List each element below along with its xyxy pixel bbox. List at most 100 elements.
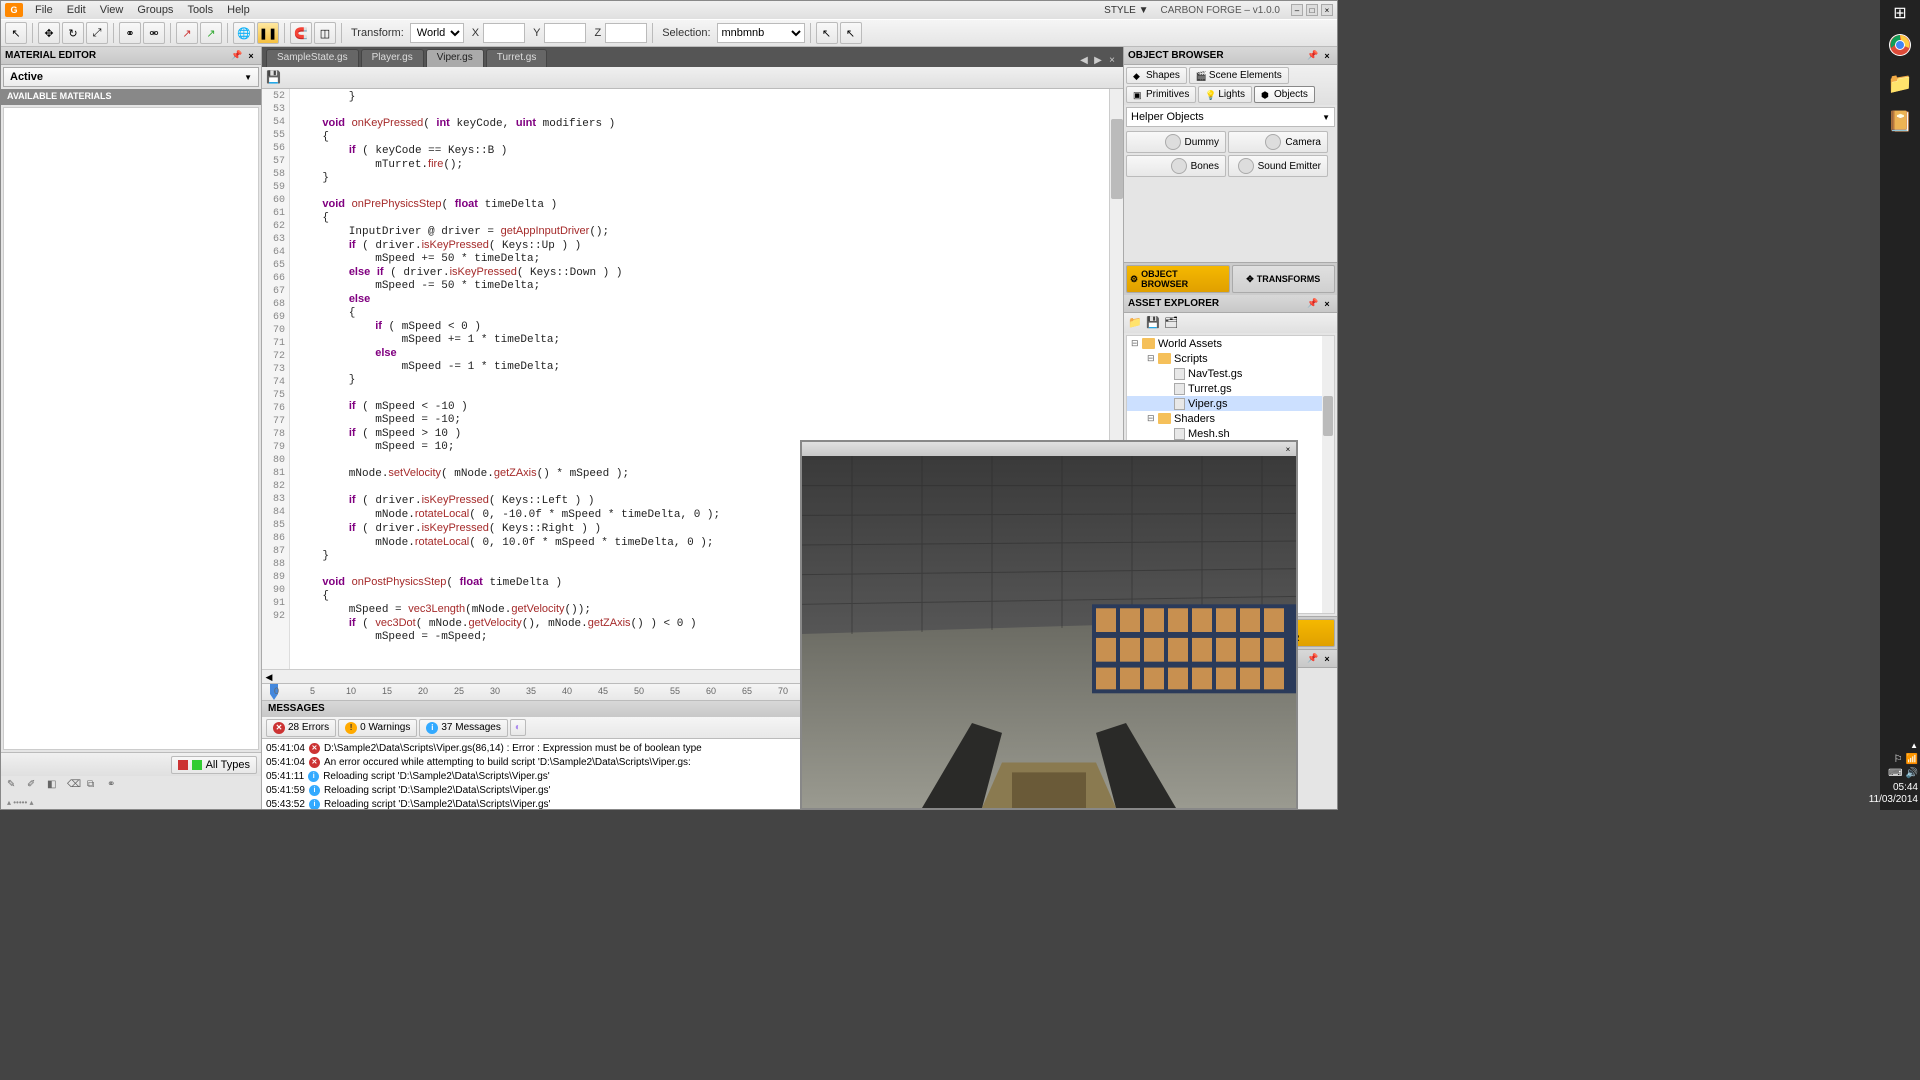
y-input[interactable] [544,23,586,43]
copy-icon[interactable]: ⧉ [87,779,101,793]
select-tool-icon[interactable]: ↖ [5,22,27,44]
tray-flag-icon[interactable]: ⚐ [1894,754,1903,766]
tree-scrollbar[interactable] [1322,336,1334,613]
tray-up-icon[interactable]: ▲ [1869,740,1918,752]
erase-icon[interactable]: ⌫ [67,779,81,793]
magnet-icon[interactable]: 🧲 [290,22,312,44]
snap-icon[interactable]: ◫ [314,22,336,44]
axis-x-icon[interactable]: ↗ [176,22,198,44]
tree-item-mesh-sh[interactable]: Mesh.sh [1127,426,1334,441]
viewport-scene[interactable] [802,456,1296,808]
tab-turret[interactable]: Turret.gs [486,49,548,67]
menu-help[interactable]: Help [227,4,250,16]
menu-groups[interactable]: Groups [137,4,173,16]
errors-filter-button[interactable]: ✕ 28 Errors [266,719,336,737]
move-tool-icon[interactable]: ✥ [38,22,60,44]
cursor-a-icon[interactable]: ↖ [816,22,838,44]
orb-icon [1165,134,1181,150]
ob-tab-primitives[interactable]: ▣Primitives [1126,86,1196,103]
system-tray[interactable]: ▲ ⚐ 📶 ⌨ 🔊 05:44 11/03/2014 [1869,740,1918,806]
maximize-button[interactable]: □ [1306,4,1318,16]
panel-close-icon[interactable]: × [245,50,257,62]
menu-edit[interactable]: Edit [67,4,86,16]
ae-pin-icon[interactable]: 📌 [1307,298,1319,310]
explorer-icon[interactable]: 📁 [1880,64,1920,102]
scroll-left-icon[interactable]: ◀ [262,670,276,684]
ob-close-icon[interactable]: × [1321,50,1333,62]
ob-button-sound-emitter[interactable]: Sound Emitter [1228,155,1328,177]
unlink-tool-icon[interactable]: ⚮ [143,22,165,44]
new-folder-icon[interactable]: 📁 [1128,316,1142,330]
tab-prev-icon[interactable]: ◀ [1077,53,1091,67]
tray-lang-icon[interactable]: ⌨ [1888,768,1902,780]
prop-close-icon[interactable]: × [1321,653,1333,665]
tree-item-world-assets[interactable]: ⊟World Assets [1127,336,1334,351]
dropper-icon[interactable]: ✐ [27,779,41,793]
tree-item-turret-gs[interactable]: Turret.gs [1127,381,1334,396]
tab-samplestate[interactable]: SampleState.gs [266,49,359,67]
save-asset-icon[interactable]: 💾 [1146,316,1160,330]
brush-icon[interactable]: ✎ [7,779,21,793]
ob-pin-icon[interactable]: 📌 [1307,50,1319,62]
link-tool-icon[interactable]: ⚭ [119,22,141,44]
windows-logo-icon[interactable]: ⊞ [1880,0,1920,26]
chrome-icon[interactable] [1880,26,1920,64]
x-input[interactable] [483,23,525,43]
minimize-button[interactable]: – [1291,4,1303,16]
tree-item-viper-gs[interactable]: Viper.gs [1127,396,1334,411]
viewport-close-icon[interactable]: × [1282,444,1294,454]
active-dropdown[interactable]: Active▼ [3,67,259,87]
ob-button-bones[interactable]: Bones [1126,155,1226,177]
viewport-window[interactable]: × [800,440,1298,810]
pin-icon[interactable]: 📌 [231,50,243,62]
ob-tab-objects[interactable]: ⬢Objects [1254,86,1315,103]
axis-y-icon[interactable]: ↗ [200,22,222,44]
transform-space-select[interactable]: World [410,23,464,43]
messages-filter-button[interactable]: i 37 Messages [419,719,507,737]
app-icon[interactable]: 📔 [1880,102,1920,140]
tab-player[interactable]: Player.gs [361,49,424,67]
helper-objects-dropdown[interactable]: Helper Objects▼ [1126,107,1335,127]
tab-close-icon[interactable]: × [1105,53,1119,67]
menu-tools[interactable]: Tools [187,4,213,16]
ob-button-camera[interactable]: Camera [1228,131,1328,153]
style-dropdown[interactable]: STYLE ▼ [1104,5,1148,16]
ae-close-icon[interactable]: × [1321,298,1333,310]
folder-icon [1158,413,1171,424]
object-browser-bottom-tab[interactable]: ⚙ OBJECT BROWSER [1126,265,1230,293]
cursor-b-icon[interactable]: ↖ [840,22,862,44]
ob-tab-lights[interactable]: 💡Lights [1198,86,1252,103]
tree-item-shaders[interactable]: ⊟Shaders [1127,411,1334,426]
menu-file[interactable]: File [35,4,53,16]
tab-next-icon[interactable]: ▶ [1091,53,1105,67]
globe-icon[interactable]: 🌐 [233,22,255,44]
tree-item-scripts[interactable]: ⊟Scripts [1127,351,1334,366]
all-types-button[interactable]: All Types [171,756,257,774]
tray-time[interactable]: 05:44 [1869,782,1918,794]
resize-grip-icon[interactable]: ▴ ••••• ▴ [1,796,261,809]
z-input[interactable] [605,23,647,43]
tray-date[interactable]: 11/03/2014 [1869,794,1918,806]
close-button[interactable]: × [1321,4,1333,16]
rotate-tool-icon[interactable]: ↻ [62,22,84,44]
ob-tab-scene-elements[interactable]: 🎬Scene Elements [1189,67,1289,84]
multisave-icon[interactable]: 🗂 [1164,316,1178,330]
selection-select[interactable]: mnbmnb [717,23,805,43]
save-icon[interactable]: 💾 [266,70,282,86]
warnings-filter-button[interactable]: ! 0 Warnings [338,719,417,737]
pause-icon[interactable]: ❚❚ [257,22,279,44]
warning-icon: ! [345,722,357,734]
link2-icon[interactable]: ⚭ [107,779,121,793]
tab-viper[interactable]: Viper.gs [426,49,484,67]
transforms-bottom-tab[interactable]: ✥ TRANSFORMS [1232,265,1336,293]
fill-icon[interactable]: ◧ [47,779,61,793]
spinner-button[interactable]: ◐ [510,719,526,736]
prop-pin-icon[interactable]: 📌 [1307,653,1319,665]
scale-tool-icon[interactable]: ⤢ [86,22,108,44]
tree-item-navtest-gs[interactable]: NavTest.gs [1127,366,1334,381]
tray-vol-icon[interactable]: 🔊 [1906,768,1918,780]
ob-tab-shapes[interactable]: ◆Shapes [1126,67,1187,84]
tray-net-icon[interactable]: 📶 [1906,754,1918,766]
menu-view[interactable]: View [100,4,124,16]
ob-button-dummy[interactable]: Dummy [1126,131,1226,153]
